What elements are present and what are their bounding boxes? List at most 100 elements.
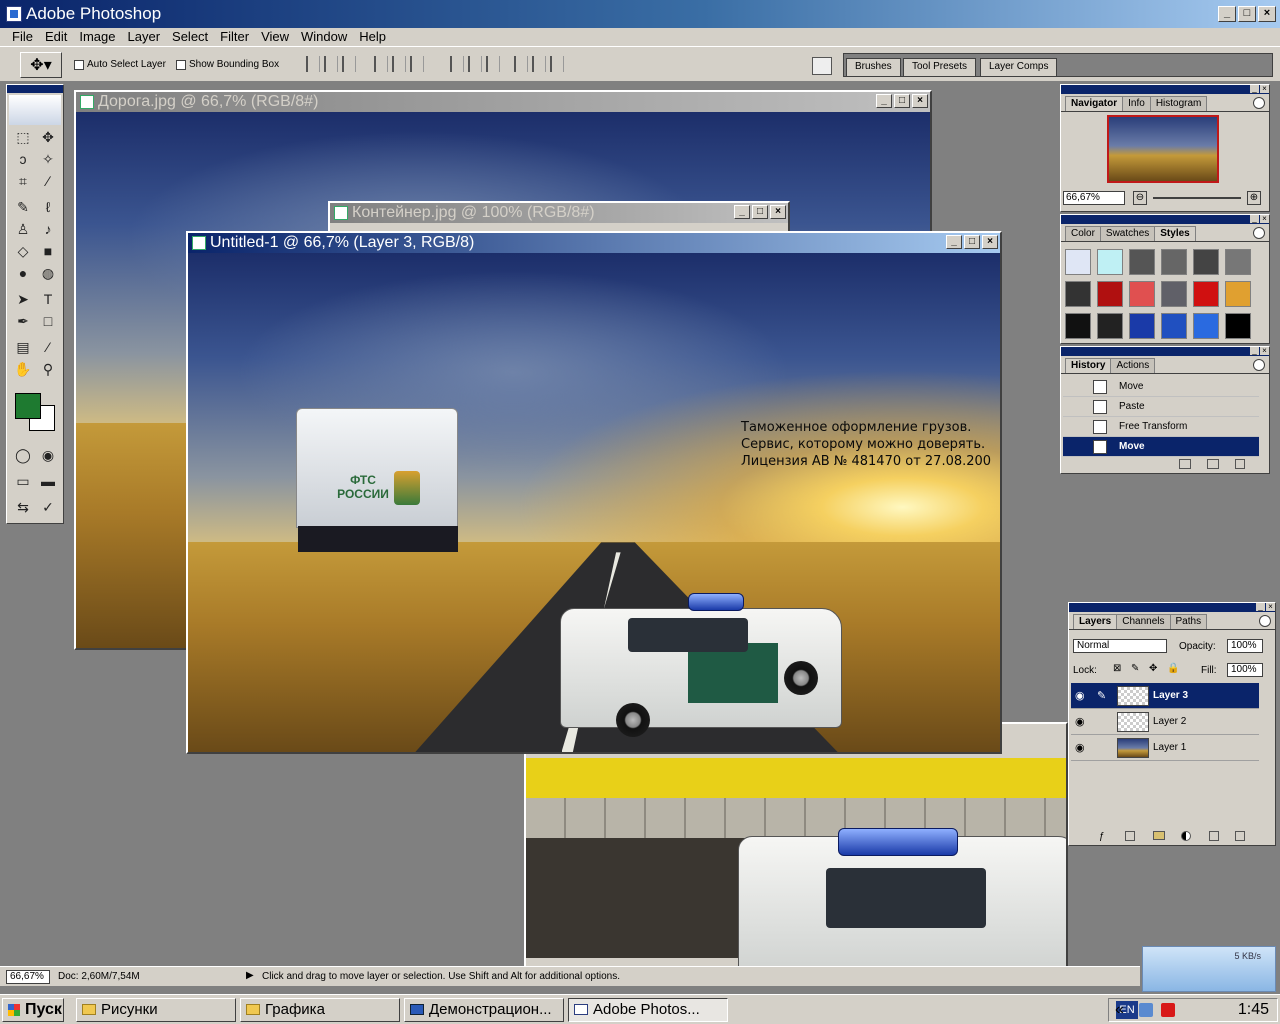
align-hcenter-icon[interactable] [392, 56, 406, 72]
doc-close-button[interactable]: × [982, 235, 998, 249]
lock-position-icon[interactable]: ✥ [1149, 663, 1157, 674]
eye-icon[interactable]: ◉ [1075, 741, 1089, 755]
toolbox-header[interactable] [7, 85, 63, 93]
opacity-field[interactable]: 100% [1227, 639, 1263, 653]
style-swatch[interactable] [1097, 249, 1123, 275]
status-zoom-field[interactable]: 66,67% [6, 970, 50, 984]
quick-mask-icon[interactable]: ◉ [37, 445, 59, 465]
lock-all-icon[interactable]: 🔒 [1167, 663, 1179, 674]
new-document-from-state-icon[interactable] [1179, 459, 1191, 469]
tab-info[interactable]: Info [1122, 96, 1151, 111]
well-tab-layer-comps[interactable]: Layer Comps [980, 58, 1058, 76]
style-swatch[interactable] [1129, 281, 1155, 307]
doc-close-button[interactable]: × [770, 205, 786, 219]
zoom-out-icon[interactable]: ⊖ [1133, 191, 1147, 205]
menu-view[interactable]: View [255, 28, 295, 46]
panel-header[interactable]: _ × [1061, 347, 1269, 356]
doc-maximize-button[interactable]: □ [752, 205, 768, 219]
menu-layer[interactable]: Layer [122, 28, 167, 46]
blend-mode-select[interactable]: Normal [1073, 639, 1167, 653]
layer-style-icon[interactable]: ƒ [1099, 831, 1105, 842]
network-tray-icon[interactable] [1139, 1003, 1153, 1017]
panel-header[interactable]: _ × [1061, 85, 1269, 94]
status-menu-icon[interactable]: ▶ [246, 970, 254, 981]
trash-icon[interactable] [1235, 831, 1245, 841]
blur-tool-icon[interactable]: ● [12, 263, 34, 283]
tool-preset-picker[interactable]: ✥▾ [20, 52, 62, 78]
doc-close-button[interactable]: × [912, 94, 928, 108]
maximize-button[interactable]: □ [1238, 6, 1256, 22]
marquee-tool-icon[interactable]: ⬚ [12, 127, 34, 147]
menu-help[interactable]: Help [353, 28, 392, 46]
minimize-button[interactable]: _ [1218, 6, 1236, 22]
close-button[interactable]: × [1258, 6, 1276, 22]
task-button-grafika[interactable]: Графика [240, 998, 400, 1022]
style-swatch[interactable] [1225, 281, 1251, 307]
history-item[interactable]: Free Transform [1063, 417, 1259, 437]
fill-field[interactable]: 100% [1227, 663, 1263, 677]
layer-group-icon[interactable] [1153, 831, 1165, 840]
auto-select-checkbox[interactable]: Auto Select Layer [74, 59, 166, 70]
notes-tool-icon[interactable]: ▤ [12, 337, 34, 357]
menu-window[interactable]: Window [295, 28, 353, 46]
doc-title-doroga[interactable]: Дорога.jpg @ 66,7% (RGB/8#) _ □ × [76, 92, 930, 112]
distribute-left-icon[interactable] [514, 56, 528, 72]
standard-mode-icon[interactable]: ◯ [12, 445, 34, 465]
clone-stamp-icon[interactable]: ♙ [12, 219, 34, 239]
tab-actions[interactable]: Actions [1110, 358, 1156, 373]
panel-minimize-button[interactable]: _ [1250, 347, 1259, 355]
tab-histogram[interactable]: Histogram [1149, 96, 1208, 111]
feather-logo[interactable] [9, 95, 61, 125]
tab-swatches[interactable]: Swatches [1099, 226, 1156, 241]
hand-tool-icon[interactable]: ✋ [12, 359, 34, 379]
doc-minimize-button[interactable]: _ [946, 235, 962, 249]
menu-select[interactable]: Select [166, 28, 214, 46]
align-right-icon[interactable] [410, 56, 424, 72]
dodge-tool-icon[interactable]: ◍ [37, 263, 59, 283]
style-swatch[interactable] [1065, 281, 1091, 307]
eye-icon[interactable]: ◉ [1075, 715, 1089, 729]
start-button[interactable]: Пуск [2, 998, 64, 1022]
navigator-thumbnail[interactable] [1107, 115, 1219, 183]
history-item[interactable]: Move [1063, 377, 1259, 397]
jump-to-imageready-icon[interactable]: ⇆ [12, 497, 34, 517]
panel-header[interactable]: _ × [1069, 603, 1275, 612]
style-swatch[interactable] [1097, 313, 1123, 339]
panel-close-button[interactable]: × [1266, 603, 1275, 611]
style-swatch[interactable] [1161, 249, 1187, 275]
tab-channels[interactable]: Channels [1116, 614, 1171, 629]
panel-minimize-button[interactable]: _ [1256, 603, 1265, 611]
layer-row[interactable]: ◉ ✎ Layer 3 [1071, 683, 1259, 709]
panel-close-button[interactable]: × [1260, 347, 1269, 355]
align-bottom-icon[interactable] [342, 56, 356, 72]
panel-menu-icon[interactable] [1253, 97, 1265, 109]
panel-menu-icon[interactable] [1259, 615, 1271, 627]
style-swatch[interactable] [1225, 313, 1251, 339]
doc-window-police-car[interactable] [524, 722, 1068, 968]
new-snapshot-icon[interactable] [1207, 459, 1219, 469]
history-brush-icon[interactable]: ♪ [37, 219, 59, 239]
lock-image-icon[interactable]: ✎ [1131, 663, 1139, 674]
align-top-icon[interactable] [306, 56, 320, 72]
well-tab-brushes[interactable]: Brushes [846, 58, 901, 76]
antivirus-tray-icon[interactable] [1161, 1003, 1175, 1017]
panel-close-button[interactable]: × [1260, 215, 1269, 223]
tab-paths[interactable]: Paths [1169, 614, 1208, 629]
layer-row[interactable]: ◉ Layer 1 [1071, 735, 1259, 761]
zoom-tool-icon[interactable]: ⚲ [37, 359, 59, 379]
tab-navigator[interactable]: Navigator [1065, 96, 1124, 111]
doc-maximize-button[interactable]: □ [894, 94, 910, 108]
panel-menu-icon[interactable] [1253, 359, 1265, 371]
gradient-tool-icon[interactable]: ■ [37, 241, 59, 261]
shape-tool-icon[interactable]: □ [37, 311, 59, 331]
brush-tool-icon[interactable]: ℓ [37, 197, 59, 217]
style-swatch[interactable] [1161, 313, 1187, 339]
menu-filter[interactable]: Filter [214, 28, 255, 46]
eyedropper-icon[interactable]: ⁄ [37, 337, 59, 357]
magic-wand-icon[interactable]: ✧ [37, 149, 59, 169]
panel-close-button[interactable]: × [1260, 85, 1269, 93]
lock-transparency-icon[interactable]: ⊠ [1113, 663, 1121, 674]
distribute-top-icon[interactable] [450, 56, 464, 72]
doc-title-container[interactable]: Контейнер.jpg @ 100% (RGB/8#) _ □ × [330, 203, 788, 223]
zoom-slider[interactable] [1153, 197, 1241, 199]
